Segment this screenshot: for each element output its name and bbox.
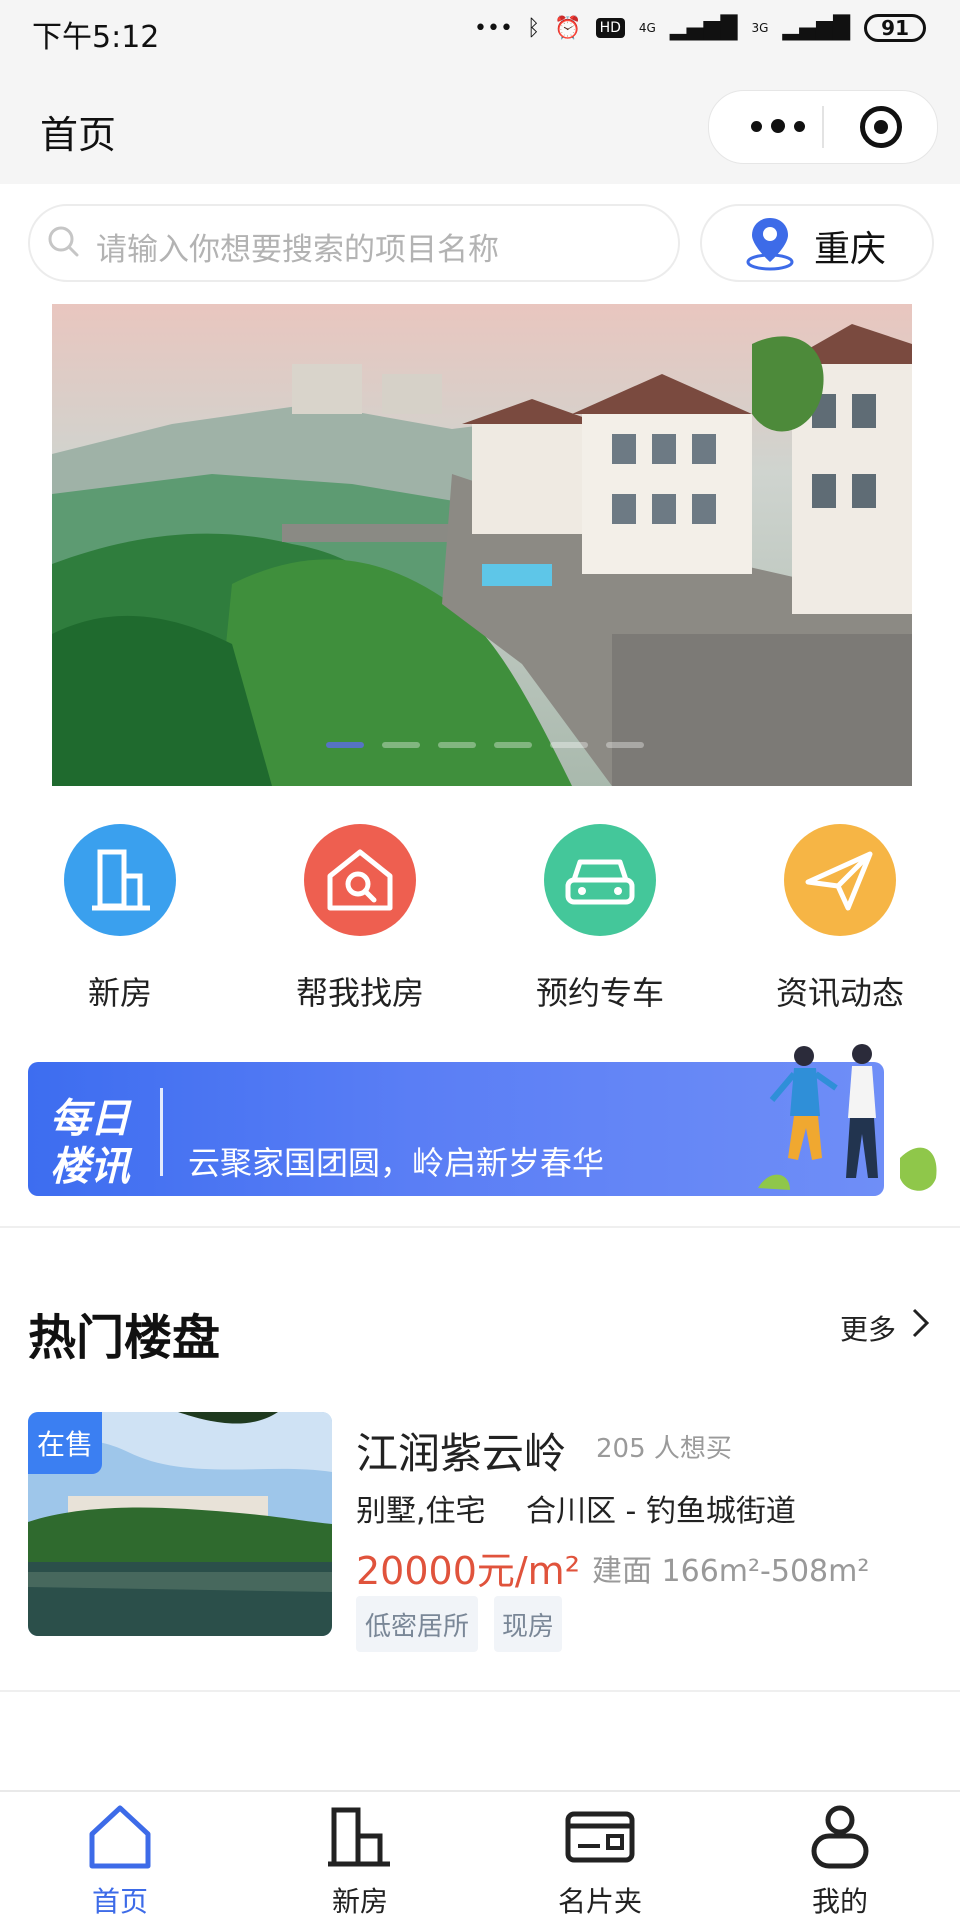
- more-status-icon: •••: [474, 15, 513, 41]
- quick-menu-find-house[interactable]: 帮我找房: [240, 820, 480, 1020]
- capsule-divider: [822, 106, 824, 148]
- signal-3g-label: 3G: [751, 21, 769, 35]
- quick-menu-label: 预约专车: [535, 974, 664, 1012]
- tab-new-homes[interactable]: 新房: [240, 1796, 480, 1920]
- card-holder-icon: [565, 1811, 635, 1863]
- listing-location: 合川区 - 钓鱼城街道: [526, 1494, 796, 1529]
- page-title: 首页: [40, 113, 117, 157]
- daily-news-tag-line2: 楼讯: [50, 1144, 130, 1190]
- quick-menu-news[interactable]: 资讯动态: [720, 820, 960, 1020]
- quick-menu-label: 帮我找房: [295, 974, 424, 1012]
- daily-news-divider: [160, 1088, 163, 1176]
- signal-4g-label: 4G: [638, 21, 656, 35]
- section-divider: [0, 1690, 960, 1692]
- more-options-icon[interactable]: [738, 106, 818, 146]
- tab-label: 名片夹: [557, 1885, 642, 1918]
- user-icon: [811, 1805, 869, 1869]
- building-icon: [64, 824, 176, 936]
- status-icons: ••• ᛒ ⏰ HD 4G ▂▄▆█ 3G ▂▄▆█ 91: [474, 14, 926, 42]
- close-target-icon[interactable]: [860, 106, 902, 148]
- battery-icon: 91: [864, 14, 926, 42]
- listing-price: 20000元/m²: [356, 1549, 580, 1593]
- tab-label: 新房: [331, 1885, 388, 1918]
- section-divider: [0, 1226, 960, 1228]
- signal-icon-2: ▂▄▆█: [782, 15, 851, 41]
- home-icon: [89, 1805, 151, 1869]
- hot-listings-title: 热门楼盘: [28, 1310, 221, 1366]
- quick-menu-label: 资讯动态: [775, 974, 904, 1012]
- search-icon: [48, 226, 79, 257]
- tab-card-holder[interactable]: 名片夹: [480, 1796, 720, 1920]
- banner-dot[interactable]: [550, 742, 588, 748]
- signal-icon: ▂▄▆█: [669, 15, 738, 41]
- listing-tag: 现房: [494, 1596, 562, 1652]
- banner-dot-active[interactable]: [326, 742, 364, 748]
- alarm-icon: ⏰: [554, 15, 582, 41]
- tab-label: 我的: [811, 1885, 868, 1918]
- banner-pagination: [326, 742, 644, 748]
- listing-size: 建面 166m²-508m²: [592, 1554, 870, 1589]
- more-link[interactable]: 更多: [840, 1308, 896, 1348]
- tab-profile[interactable]: 我的: [720, 1796, 960, 1920]
- building-icon: [328, 1807, 390, 1867]
- listing-want-count: 205 人想买: [596, 1434, 732, 1464]
- bluetooth-icon: ᛒ: [526, 15, 541, 41]
- house-search-icon: [304, 824, 416, 936]
- quick-menu-label: 新房: [87, 974, 152, 1012]
- status-badge: 在售: [28, 1412, 102, 1474]
- chevron-right-icon[interactable]: [910, 1306, 932, 1340]
- banner-image: [52, 304, 912, 786]
- quick-menu-new-homes[interactable]: 新房: [0, 820, 240, 1020]
- banner-dot[interactable]: [438, 742, 476, 748]
- quick-menu-book-car[interactable]: 预约专车: [480, 820, 720, 1020]
- daily-news-text: 云聚家国团圆，岭启新岁春华: [188, 1144, 605, 1182]
- banner-dot[interactable]: [382, 742, 420, 748]
- city-label: 重庆: [814, 229, 887, 270]
- banner-carousel[interactable]: [52, 304, 912, 786]
- tab-home[interactable]: 首页: [0, 1796, 240, 1920]
- banner-dot[interactable]: [494, 742, 532, 748]
- paper-plane-icon: [784, 824, 896, 936]
- listing-name[interactable]: 江润紫云岭: [356, 1420, 566, 1481]
- search-placeholder: 请输入你想要搜索的项目名称: [96, 232, 499, 268]
- location-pin-icon: [746, 218, 794, 271]
- hd-icon: HD: [595, 18, 625, 38]
- listing-tag: 低密居所: [356, 1596, 478, 1652]
- listing-type: 别墅,住宅: [356, 1494, 486, 1529]
- people-illustration: [758, 1044, 937, 1191]
- car-icon: [544, 824, 656, 936]
- banner-dot[interactable]: [606, 742, 644, 748]
- tab-label: 首页: [91, 1885, 148, 1918]
- status-time: 下午5:12: [32, 20, 160, 55]
